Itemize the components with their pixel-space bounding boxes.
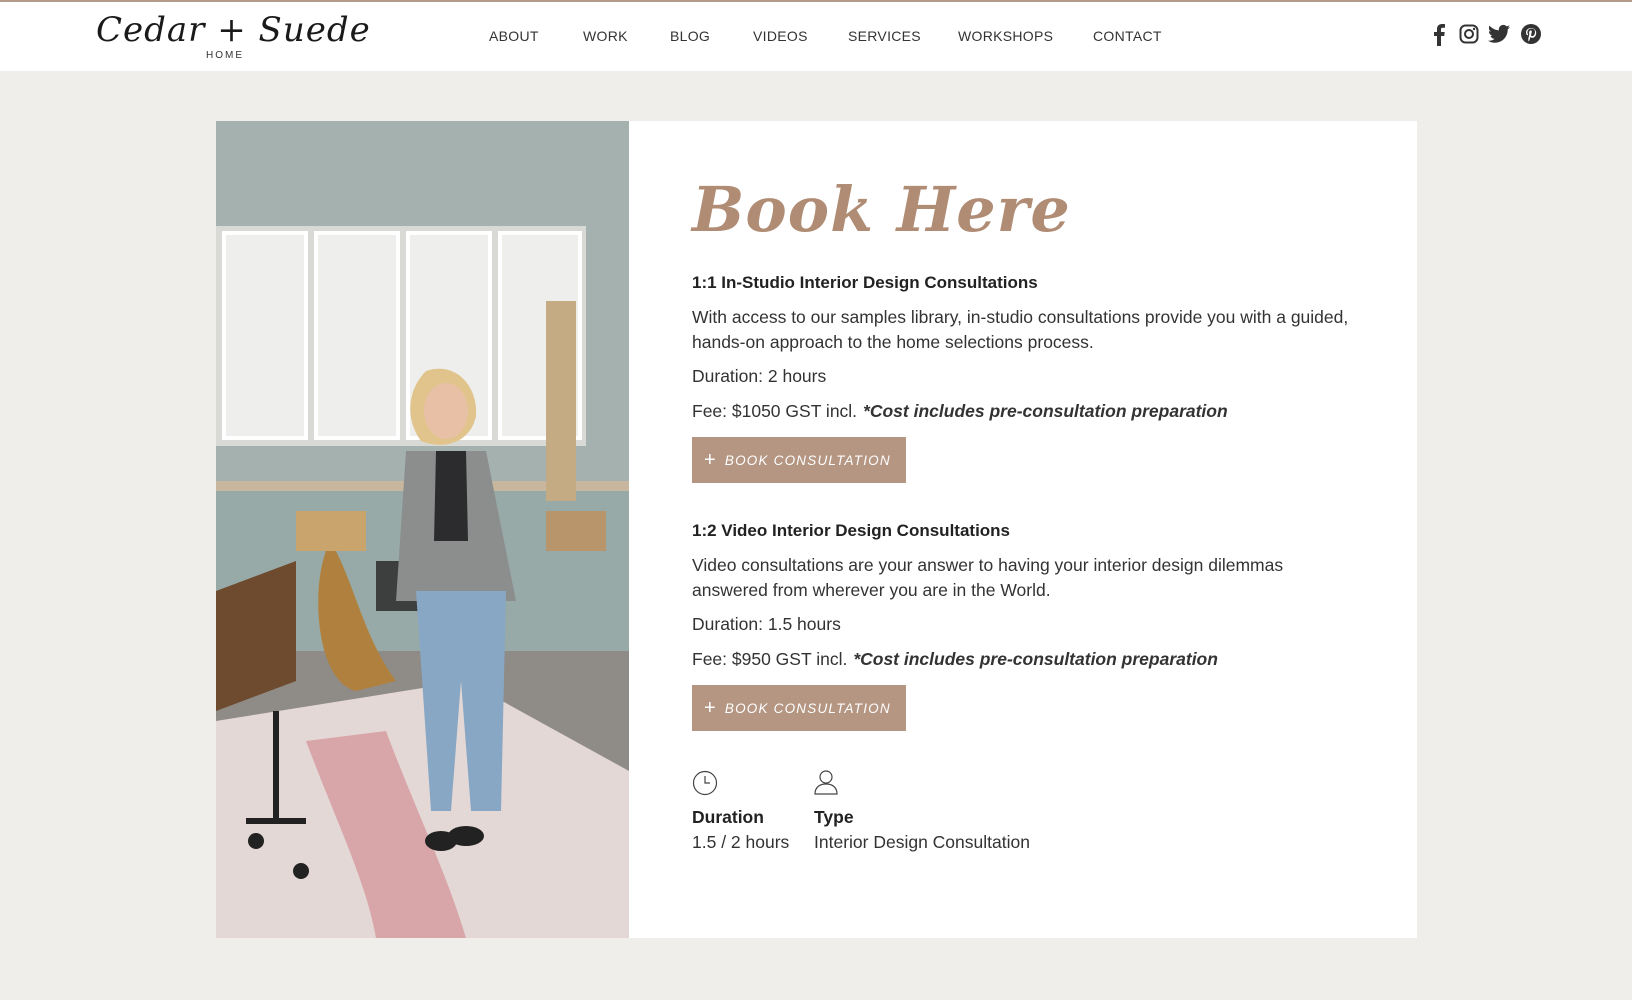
facebook-icon[interactable] (1432, 24, 1446, 46)
nav-item-work[interactable]: WORK (583, 28, 628, 44)
nav-item-services[interactable]: SERVICES (848, 28, 921, 44)
user-icon (814, 769, 838, 800)
button-label: BOOK CONSULTATION (724, 700, 891, 716)
fee-amount: Fee: $1050 GST incl. (692, 401, 858, 421)
plus-icon: + (704, 696, 717, 719)
plus-icon: + (704, 448, 717, 471)
consultation-description-in-studio: With access to our samples library, in-s… (692, 307, 1349, 352)
consultation-fee-in-studio: Fee: $1050 GST incl. *Cost includes pre-c… (692, 401, 1228, 422)
nav-item-workshops[interactable]: WORKSHOPS (958, 28, 1053, 44)
logo-subtitle: HOME (206, 50, 244, 61)
clock-icon (692, 770, 718, 801)
duration-value: 1.5 / 2 hours (692, 832, 790, 852)
nav-item-videos[interactable]: VIDEOS (753, 28, 808, 44)
booking-card: Book Here 1:1 In-Studio Interior Design … (216, 121, 1417, 938)
twitter-icon[interactable] (1488, 24, 1510, 44)
logo-script-text: Cedar + Suede (96, 10, 371, 50)
site-header: Cedar + Suede HOME ABOUT WORK BLOG VIDEO… (0, 2, 1632, 71)
book-consultation-button-video[interactable]: + BOOK CONSULTATION (692, 685, 906, 731)
button-label: BOOK CONSULTATION (724, 452, 891, 468)
consultation-title-video: 1:2 Video Interior Design Consultations (692, 521, 1011, 540)
page-title: Book Here (692, 173, 1071, 246)
consultation-duration-video: Duration: 1.5 hours (692, 614, 841, 634)
fee-note: *Cost includes pre-consultation preparat… (863, 401, 1228, 421)
fee-amount: Fee: $950 GST incl. (692, 649, 848, 669)
nav-item-contact[interactable]: CONTACT (1093, 28, 1162, 44)
nav-item-about[interactable]: ABOUT (489, 28, 539, 44)
instagram-icon[interactable] (1459, 24, 1479, 44)
type-value: Interior Design Consultation (814, 832, 1030, 852)
fee-note: *Cost includes pre-consultation preparat… (853, 649, 1218, 669)
consultation-duration-in-studio: Duration: 2 hours (692, 366, 827, 386)
duration-label: Duration (692, 807, 764, 827)
consultation-title-in-studio: 1:1 In-Studio Interior Design Consultati… (692, 273, 1038, 292)
pinterest-icon[interactable] (1521, 24, 1541, 44)
consultation-description-video: Video consultations are your answer to h… (692, 555, 1284, 600)
nav-item-blog[interactable]: BLOG (670, 28, 710, 44)
brand-logo[interactable]: Cedar + Suede HOME (96, 10, 371, 66)
designer-photo (216, 121, 629, 938)
book-consultation-button-in-studio[interactable]: + BOOK CONSULTATION (692, 437, 906, 483)
consultation-fee-video: Fee: $950 GST incl. *Cost includes pre-co… (692, 649, 1218, 670)
type-label: Type (814, 807, 854, 827)
